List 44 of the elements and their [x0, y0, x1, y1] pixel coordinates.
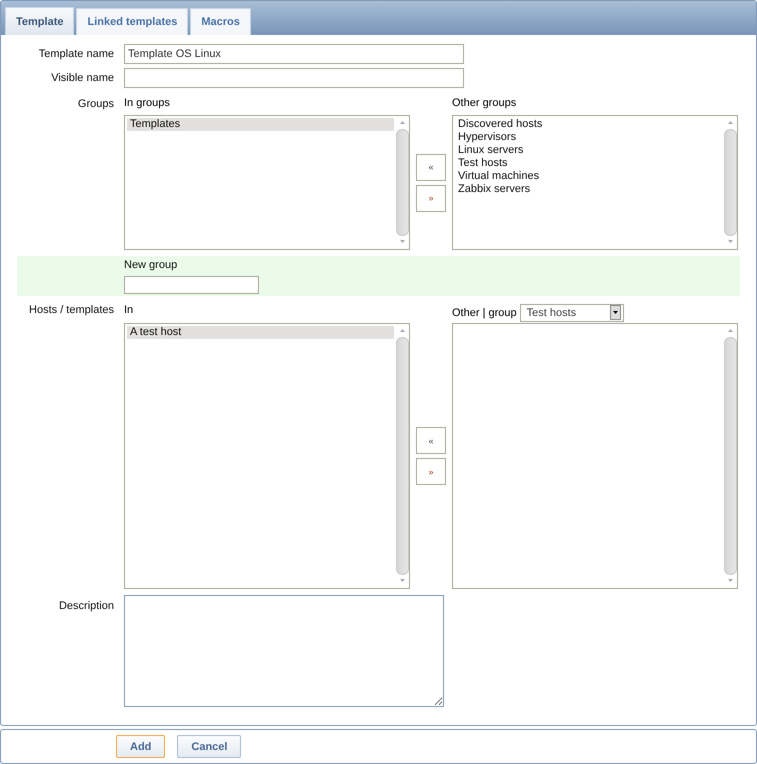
scroll-down-icon[interactable] — [728, 579, 733, 582]
list-item[interactable]: Templates — [127, 118, 394, 131]
field-label: Description — [58, 599, 115, 612]
input-field[interactable] — [124, 276, 259, 294]
list-title: Other groups — [452, 97, 516, 109]
form-button[interactable]: Cancel — [177, 735, 242, 758]
list-item[interactable]: Discovered hosts — [455, 118, 722, 131]
list-box[interactable] — [452, 323, 738, 589]
input-field[interactable] — [124, 68, 464, 88]
list-item[interactable]: Hypervisors — [455, 131, 722, 144]
field-label: New group — [124, 259, 178, 271]
list-item[interactable]: Test hosts — [455, 157, 722, 170]
scroll-up-icon[interactable] — [400, 329, 405, 332]
move-right-button[interactable]: » — [416, 184, 446, 212]
list-item[interactable]: Linux servers — [455, 144, 722, 157]
tab[interactable]: Template — [5, 7, 74, 35]
field-label: Hosts / templates — [28, 303, 115, 316]
scroll-down-icon[interactable] — [400, 579, 405, 582]
move-left-button[interactable]: « — [416, 427, 446, 454]
move-left-button[interactable]: « — [416, 154, 446, 180]
list-title: In groups — [124, 97, 170, 109]
scroll-up-icon[interactable] — [400, 121, 405, 124]
tab[interactable]: Macros — [190, 8, 251, 35]
field-label: Template name — [38, 48, 115, 60]
list-box[interactable]: Templates — [124, 115, 410, 250]
field-label: Visible name — [50, 72, 115, 84]
input-field[interactable]: Template OS Linux — [124, 44, 464, 64]
scroll-down-icon[interactable] — [728, 240, 733, 243]
list-item[interactable]: Virtual machines — [455, 170, 722, 183]
tab[interactable]: Linked templates — [76, 8, 188, 35]
form-button[interactable]: Add — [116, 735, 166, 758]
list-item[interactable]: A test host — [127, 326, 394, 339]
description-field[interactable] — [124, 595, 444, 707]
list-item[interactable]: Zabbix servers — [455, 183, 722, 196]
list-title: Other | group — [452, 306, 517, 318]
list-title: In — [124, 304, 134, 316]
scroll-down-icon[interactable] — [400, 240, 405, 243]
group-select[interactable]: Test hosts — [520, 304, 624, 322]
scroll-up-icon[interactable] — [728, 121, 733, 124]
field-label: Groups — [76, 97, 115, 110]
scroll-up-icon[interactable] — [728, 329, 733, 332]
move-right-button[interactable]: » — [416, 458, 446, 485]
list-box[interactable]: A test host — [124, 323, 410, 589]
list-box[interactable]: Discovered hosts Hypervisors Linux servers Test hosts Virtual machines Zabbix servers — [452, 115, 738, 250]
